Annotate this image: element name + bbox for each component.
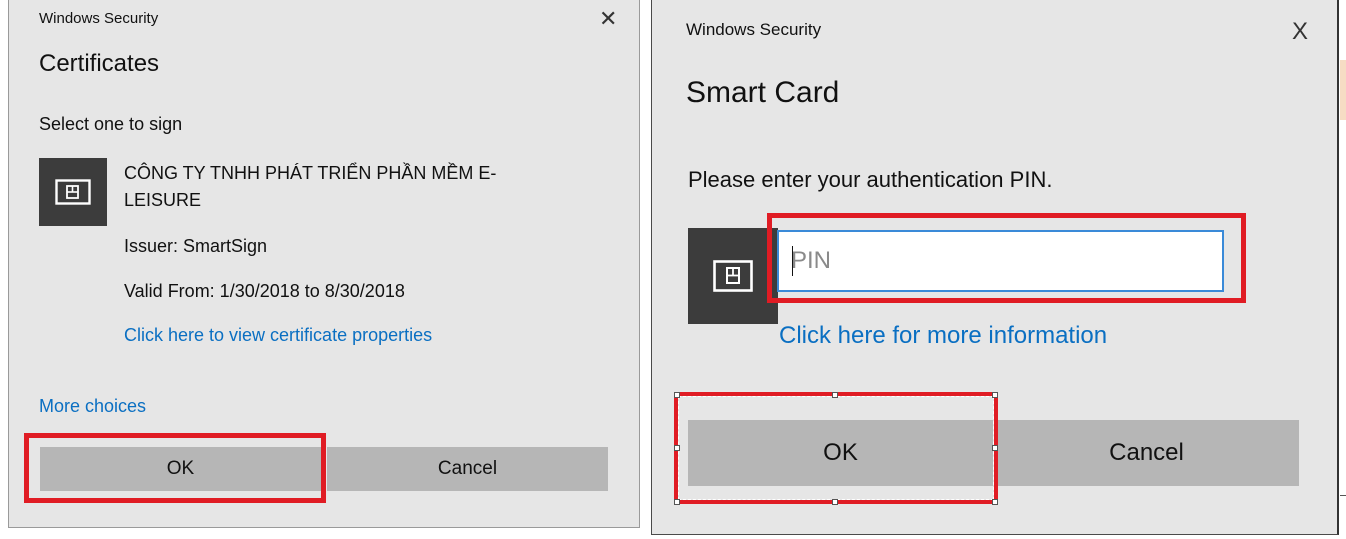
resize-handle[interactable]	[992, 392, 998, 398]
background-edge	[1340, 495, 1346, 496]
background-edge	[1340, 60, 1346, 120]
resize-handle[interactable]	[992, 445, 998, 451]
card-glyph-icon	[713, 260, 753, 292]
cert-name-line2: LEISURE	[124, 190, 202, 210]
resize-handle[interactable]	[674, 392, 680, 398]
pin-prompt: Please enter your authentication PIN.	[688, 167, 1053, 192]
pin-input[interactable]	[777, 230, 1224, 292]
close-icon[interactable]: ✕	[599, 8, 617, 30]
dialog-heading: Smart Card	[686, 76, 840, 109]
dialog-heading: Certificates	[39, 50, 160, 77]
ok-button[interactable]: OK	[688, 420, 993, 486]
resize-handle[interactable]	[674, 445, 680, 451]
more-choices-link[interactable]: More choices	[39, 396, 146, 417]
window-title: Windows Security	[39, 10, 159, 27]
smart-card-icon	[688, 228, 778, 324]
view-properties-link[interactable]: Click here to view certificate propertie…	[124, 325, 432, 346]
text-caret	[792, 246, 793, 276]
resize-handle[interactable]	[992, 499, 998, 505]
cancel-button[interactable]: Cancel	[994, 420, 1299, 486]
certificate-card-icon[interactable]	[39, 158, 107, 226]
cert-name-line1: CÔNG TY TNHH PHÁT TRIỂN PHẦN MỀM E-	[124, 163, 497, 183]
certificates-dialog: Windows Security ✕ Certificates Select o…	[8, 0, 640, 528]
resize-handle[interactable]	[832, 499, 838, 505]
select-prompt: Select one to sign	[39, 114, 183, 134]
more-information-link[interactable]: Click here for more information	[779, 322, 1107, 350]
card-glyph-icon	[55, 179, 91, 205]
cancel-button[interactable]: Cancel	[327, 447, 608, 491]
ok-button[interactable]: OK	[40, 447, 321, 491]
resize-handle[interactable]	[674, 499, 680, 505]
cert-issuer: Issuer: SmartSign	[124, 236, 268, 256]
window-title: Windows Security	[686, 20, 822, 39]
resize-handle[interactable]	[832, 392, 838, 398]
cert-validity: Valid From: 1/30/2018 to 8/30/2018	[124, 281, 405, 301]
close-icon[interactable]: X	[1292, 20, 1308, 44]
smart-card-dialog: Windows Security X Smart Card Please ent…	[651, 0, 1339, 535]
